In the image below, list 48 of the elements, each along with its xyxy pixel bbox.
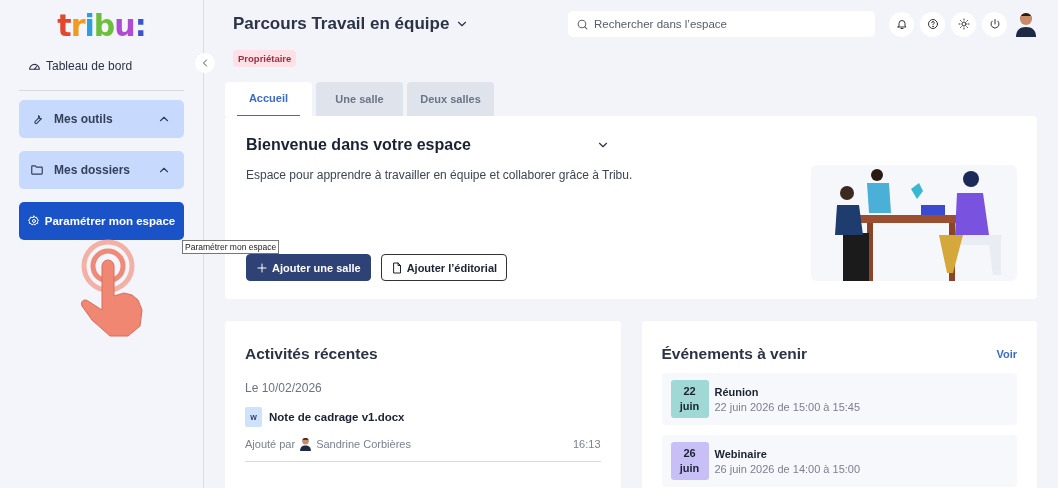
card-title: Activités récentes	[245, 345, 379, 363]
help-button[interactable]	[920, 11, 945, 37]
date-badge: 26 juin	[670, 442, 709, 480]
sun-icon	[957, 18, 970, 30]
collapse-button[interactable]	[195, 53, 215, 73]
description: Espace pour apprendre à travailler en équipe et collaborer grâce à Tribu.	[246, 168, 634, 182]
bell-icon	[895, 18, 908, 30]
avatar[interactable]	[1015, 11, 1037, 37]
file-name[interactable]: Note de cadrage v1.docx	[269, 411, 405, 423]
event-item[interactable]: 26 juin Webinaire 26 juin 2026 de 14:00 à 15:00	[661, 435, 1017, 487]
avatar	[299, 437, 313, 451]
see-all-link[interactable]: Voir	[996, 348, 1017, 360]
tooltip: Paramétrer mon espace	[182, 240, 280, 254]
event-title: Réunion	[714, 385, 760, 398]
tab[interactable]: Une salle	[316, 82, 403, 116]
search-icon	[576, 18, 589, 31]
power-icon	[988, 18, 1001, 30]
event-title: Webinaire	[714, 447, 768, 460]
tab[interactable]: Deux salles	[407, 82, 494, 116]
help-icon	[926, 18, 939, 30]
activity-time: 16:13	[572, 438, 601, 450]
add-room-button[interactable]: Ajouter une salle	[246, 254, 371, 281]
role-badge: Propriétaire	[233, 50, 297, 67]
dashboard-link[interactable]: Tableau de bord	[28, 59, 133, 73]
author-name: Sandrine Corbières	[316, 438, 411, 450]
activity-date: Le 10/02/2026	[245, 381, 323, 395]
settings-button[interactable]: Paramétrer mon espace	[19, 202, 184, 240]
event-time: 22 juin 2026 de 15:00 à 15:45	[714, 400, 861, 413]
settings-icon	[27, 215, 40, 227]
date-badge: 22 juin	[670, 380, 709, 418]
menu-group[interactable]: Mes outils	[19, 100, 184, 138]
logout-button[interactable]	[982, 11, 1007, 37]
tab[interactable]: Accueil	[225, 82, 312, 116]
folder-icon	[30, 163, 44, 177]
card-title: Événements à venir	[661, 345, 808, 363]
card-title: Bienvenue dans votre espace	[246, 136, 471, 154]
theme-button[interactable]	[951, 11, 976, 37]
event-time: 26 juin 2026 de 14:00 à 15:00	[714, 462, 861, 475]
notification-button[interactable]	[889, 11, 914, 37]
logo: tribu:	[57, 8, 146, 43]
added-by-label: Ajouté par	[245, 438, 296, 450]
plus-icon	[256, 261, 268, 274]
add-editorial-button[interactable]: Ajouter l’éditorial	[380, 254, 508, 281]
event-item[interactable]: 22 juin Réunion 22 juin 2026 de 15:00 à 15:45	[661, 373, 1017, 425]
search-field[interactable]: Rechercher dans l’espace	[568, 11, 875, 37]
file-icon	[390, 261, 403, 274]
menu-group[interactable]: Mes dossiers	[19, 151, 184, 189]
space-title[interactable]: Parcours Travail en équipe	[233, 14, 450, 34]
